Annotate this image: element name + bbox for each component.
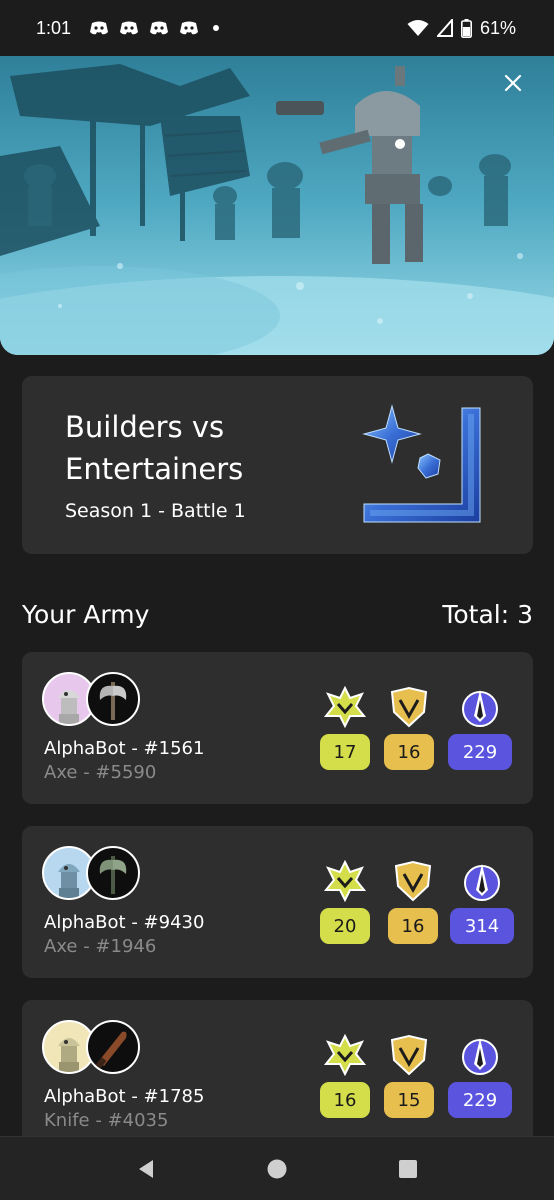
battery-percent: 61% [479, 17, 516, 38]
recents-icon [399, 1159, 418, 1178]
army-header: Your Army Total: 3 [22, 594, 533, 634]
bot-name: AlphaBot - #1561 [44, 738, 205, 759]
weapon-avatar [86, 1020, 140, 1074]
bot-name: AlphaBot - #1785 [44, 1086, 205, 1107]
close-button[interactable] [504, 74, 530, 100]
battle-logo-icon [362, 404, 481, 523]
defense-value: 15 [384, 1082, 434, 1118]
app-screen: 1:01 61% Builders vs Entertainers Season… [0, 0, 554, 1200]
wifi-icon [407, 20, 429, 36]
signal-icon [436, 19, 453, 37]
stat-defense: 16 [388, 860, 438, 944]
army-heading: Your Army [22, 599, 150, 629]
stat-defense: 16 [384, 686, 434, 770]
army-total: Total: 3 [442, 599, 533, 629]
stat-attack: 16 [320, 1034, 370, 1118]
back-icon [138, 1159, 153, 1178]
status-right: 61% [407, 18, 516, 39]
discord-icon [120, 21, 139, 35]
attack-value: 16 [320, 1082, 370, 1118]
battle-card[interactable]: Builders vs Entertainers Season 1 - Batt… [22, 376, 533, 554]
attack-stat-icon [324, 686, 366, 728]
discord-icon [90, 21, 109, 35]
unit-avatars [42, 846, 142, 900]
power-stat-icon [462, 1038, 498, 1075]
attack-stat-icon [324, 860, 366, 902]
back-button[interactable] [126, 1149, 166, 1189]
defense-stat-icon [394, 860, 432, 902]
stat-defense: 15 [384, 1034, 434, 1118]
discord-icon [180, 21, 199, 35]
weapon-avatar [86, 672, 140, 726]
home-icon [267, 1159, 287, 1178]
hero-illustration [0, 56, 554, 355]
stat-power: 314 [450, 860, 514, 944]
battery-icon [460, 18, 472, 38]
defense-value: 16 [384, 734, 434, 770]
stat-attack: 17 [320, 686, 370, 770]
battle-title: Builders vs Entertainers [65, 410, 244, 486]
army-card[interactable]: AlphaBot - #9430 Axe - #1946 20 16 314 [22, 826, 533, 978]
stat-attack: 20 [320, 860, 370, 944]
stat-power: 229 [448, 1034, 512, 1118]
army-card[interactable]: AlphaBot - #1785 Knife - #4035 16 15 229 [22, 1000, 533, 1152]
power-value: 314 [450, 908, 514, 944]
status-time: 1:01 [36, 17, 72, 38]
weapon-name: Knife - #4035 [44, 1110, 169, 1131]
weapon-avatar [86, 846, 140, 900]
attack-stat-icon [324, 1034, 366, 1076]
army-card[interactable]: AlphaBot - #1561 Axe - #5590 17 16 229 [22, 652, 533, 804]
power-stat-icon [464, 864, 500, 901]
stat-power: 229 [448, 686, 512, 770]
defense-stat-icon [390, 686, 428, 728]
attack-value: 20 [320, 908, 370, 944]
weapon-image [95, 1031, 127, 1069]
notification-icons [89, 20, 220, 36]
attack-value: 17 [320, 734, 370, 770]
close-icon [504, 74, 522, 92]
unit-avatars [42, 672, 142, 726]
status-bar: 1:01 61% [0, 0, 554, 56]
bot-name: AlphaBot - #9430 [44, 912, 205, 933]
power-value: 229 [448, 1082, 512, 1118]
power-stat-icon [462, 690, 498, 727]
power-value: 229 [448, 734, 512, 770]
hero-banner [0, 56, 554, 355]
home-button[interactable] [257, 1149, 297, 1189]
unit-avatars [42, 1020, 142, 1074]
battle-subtitle: Season 1 - Battle 1 [65, 500, 246, 522]
weapon-name: Axe - #5590 [44, 762, 157, 783]
defense-value: 16 [388, 908, 438, 944]
weapon-name: Axe - #1946 [44, 936, 157, 957]
recents-button[interactable] [388, 1149, 428, 1189]
discord-icon [150, 21, 169, 35]
defense-stat-icon [390, 1034, 428, 1076]
weapon-image [99, 856, 127, 894]
weapon-image [99, 682, 127, 720]
dot-icon [213, 25, 220, 31]
system-nav-bar [0, 1136, 554, 1200]
